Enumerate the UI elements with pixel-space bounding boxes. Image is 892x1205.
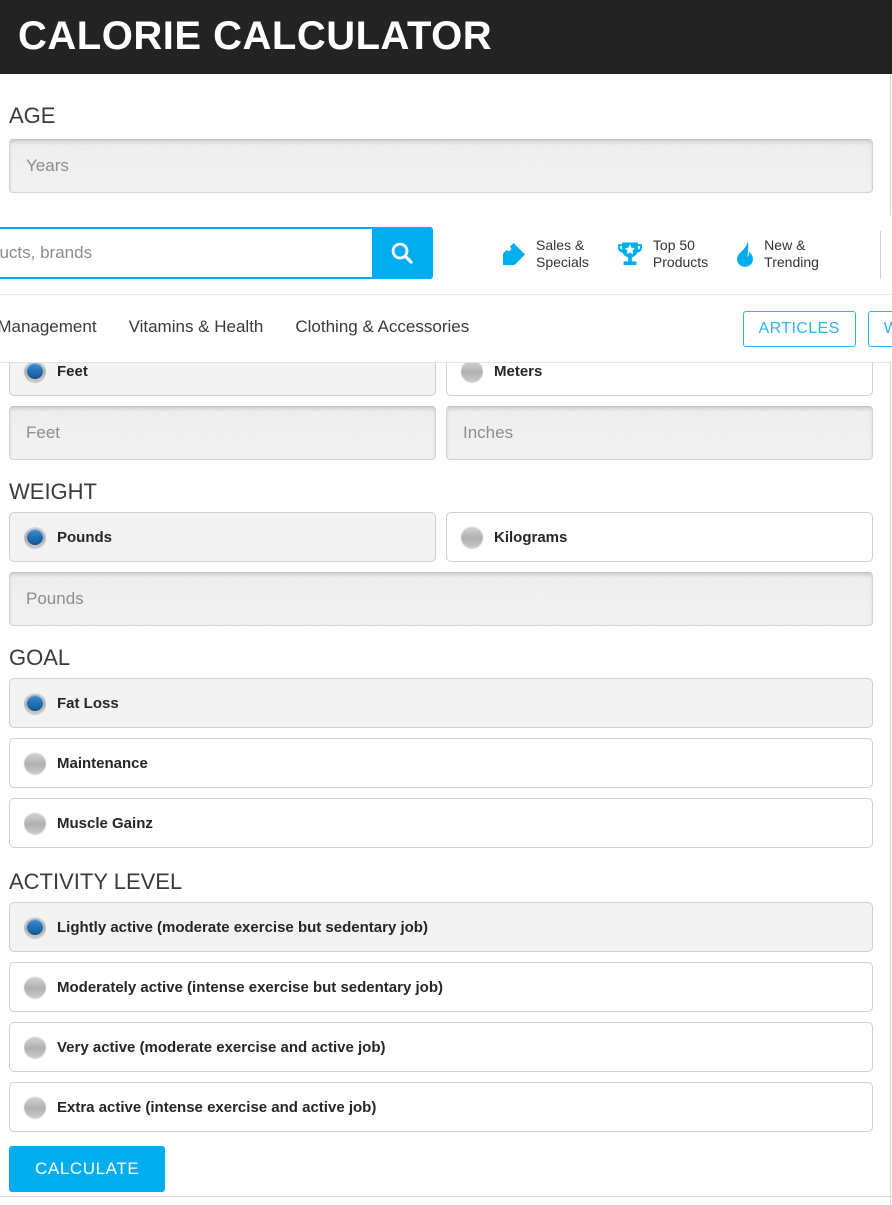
radio-icon-pounds[interactable] bbox=[24, 526, 46, 548]
search-button[interactable] bbox=[372, 229, 431, 277]
age-input-placeholder: Years bbox=[26, 156, 69, 175]
nav-menu-item-clothing-accessories[interactable]: Clothing & Accessories bbox=[295, 307, 469, 347]
nav-pill-workouts[interactable]: WOR bbox=[867, 311, 892, 347]
radio-icon-kilograms[interactable] bbox=[461, 526, 483, 548]
activity-group: Lightly active (moderate exercise but se… bbox=[9, 902, 873, 1132]
weight-unit-kilograms-label: Kilograms bbox=[494, 528, 568, 546]
page-title: CALORIE CALCULATOR bbox=[18, 14, 493, 58]
search-input[interactable]: , products, brands bbox=[0, 229, 372, 277]
age-label: AGE bbox=[9, 103, 56, 128]
quicklink-new-trending-label: New & Trending bbox=[764, 237, 819, 270]
activity-option-lightly-active-label: Lightly active (moderate exercise but se… bbox=[57, 918, 428, 936]
height-fields-group: Feet Inches bbox=[9, 406, 873, 460]
nav-divider bbox=[880, 231, 881, 279]
nav-menu-item-weight-management[interactable]: Weight Management bbox=[0, 307, 97, 347]
quicklink-new-trending[interactable]: New & Trending bbox=[734, 237, 819, 271]
activity-option-moderately-active[interactable]: Moderately active (intense exercise but … bbox=[9, 962, 873, 1012]
quicklink-sales-specials[interactable]: Sales & Specials bbox=[500, 237, 589, 271]
height-inches-input[interactable]: Inches bbox=[446, 406, 873, 460]
nav-top-row: , products, brands Sales & Specials bbox=[0, 215, 892, 295]
nav-pill-group: ARTICLES WOR bbox=[742, 311, 892, 347]
page-bottom-rule bbox=[0, 1196, 892, 1197]
nav-quicklinks: Sales & Specials Top 50 Products New & T… bbox=[500, 237, 819, 271]
activity-label: ACTIVITY LEVEL bbox=[9, 869, 183, 894]
tag-icon bbox=[503, 243, 525, 265]
radio-icon-fat-loss[interactable] bbox=[24, 692, 46, 714]
nav-pill-articles[interactable]: ARTICLES bbox=[742, 311, 856, 347]
weight-unit-pounds[interactable]: Pounds bbox=[9, 512, 436, 562]
radio-icon-muscle-gainz[interactable] bbox=[24, 812, 46, 834]
height-feet-input[interactable]: Feet bbox=[9, 406, 436, 460]
activity-option-lightly-active[interactable]: Lightly active (moderate exercise but se… bbox=[9, 902, 873, 952]
height-feet-placeholder: Feet bbox=[26, 423, 61, 442]
quicklink-top-50-products-label: Top 50 Products bbox=[652, 237, 709, 270]
quicklink-sales-specials-label: Sales & Specials bbox=[536, 237, 589, 270]
age-section: AGE bbox=[9, 102, 882, 133]
weight-unit-group: Pounds Kilograms bbox=[9, 512, 873, 562]
activity-option-moderately-active-label: Moderately active (intense exercise but … bbox=[57, 978, 443, 996]
search-bar: , products, brands bbox=[0, 227, 433, 279]
nav-menu-item-vitamins-health[interactable]: Vitamins & Health bbox=[129, 307, 264, 347]
search-input-placeholder: , products, brands bbox=[0, 243, 93, 262]
weight-unit-kilograms[interactable]: Kilograms bbox=[446, 512, 873, 562]
weight-label: WEIGHT bbox=[9, 479, 97, 504]
height-unit-feet-label: Feet bbox=[57, 362, 88, 380]
radio-icon-maintenance[interactable] bbox=[24, 752, 46, 774]
quicklink-top-50-products[interactable]: Top 50 Products bbox=[615, 237, 708, 271]
radio-icon-moderately-active[interactable] bbox=[24, 976, 46, 998]
search-icon bbox=[391, 242, 413, 264]
radio-icon-meters[interactable] bbox=[461, 360, 483, 382]
page-header-bar: CALORIE CALCULATOR bbox=[0, 0, 892, 74]
weight-input[interactable]: Pounds bbox=[9, 572, 873, 626]
activity-option-very-active-label: Very active (moderate exercise and activ… bbox=[57, 1038, 386, 1056]
weight-unit-pounds-label: Pounds bbox=[57, 528, 112, 546]
trophy-icon bbox=[617, 242, 642, 266]
goal-option-muscle-gainz-label: Muscle Gainz bbox=[57, 814, 153, 832]
activity-option-extra-active-label: Extra active (intense exercise and activ… bbox=[57, 1098, 377, 1116]
radio-icon-very-active[interactable] bbox=[24, 1036, 46, 1058]
radio-icon-lightly-active[interactable] bbox=[24, 916, 46, 938]
site-navigation: , products, brands Sales & Specials bbox=[0, 215, 892, 363]
nav-menu: Weight Management Vitamins & Health Clot… bbox=[0, 307, 469, 347]
calorie-calculator-page: CALORIE CALCULATOR AGE Years Feet Meters… bbox=[0, 0, 892, 1205]
goal-option-muscle-gainz[interactable]: Muscle Gainz bbox=[9, 798, 873, 848]
nav-bottom-row: Weight Management Vitamins & Health Clot… bbox=[0, 295, 892, 362]
height-inches-placeholder: Inches bbox=[463, 423, 514, 442]
weight-input-placeholder: Pounds bbox=[26, 589, 84, 608]
goal-option-maintenance-label: Maintenance bbox=[57, 754, 148, 772]
flame-icon bbox=[737, 241, 754, 267]
calculate-button[interactable]: CALCULATE bbox=[9, 1146, 166, 1192]
activity-option-extra-active[interactable]: Extra active (intense exercise and activ… bbox=[9, 1082, 873, 1132]
goal-option-fat-loss-label: Fat Loss bbox=[57, 694, 119, 712]
radio-icon-extra-active[interactable] bbox=[24, 1096, 46, 1118]
goal-group: Fat Loss Maintenance Muscle Gainz bbox=[9, 678, 873, 848]
goal-option-fat-loss[interactable]: Fat Loss bbox=[9, 678, 873, 728]
age-input[interactable]: Years bbox=[9, 139, 873, 193]
goal-label: GOAL bbox=[9, 645, 71, 670]
activity-option-very-active[interactable]: Very active (moderate exercise and activ… bbox=[9, 1022, 873, 1072]
radio-icon-feet[interactable] bbox=[24, 360, 46, 382]
goal-option-maintenance[interactable]: Maintenance bbox=[9, 738, 873, 788]
height-unit-meters-label: Meters bbox=[494, 362, 543, 380]
